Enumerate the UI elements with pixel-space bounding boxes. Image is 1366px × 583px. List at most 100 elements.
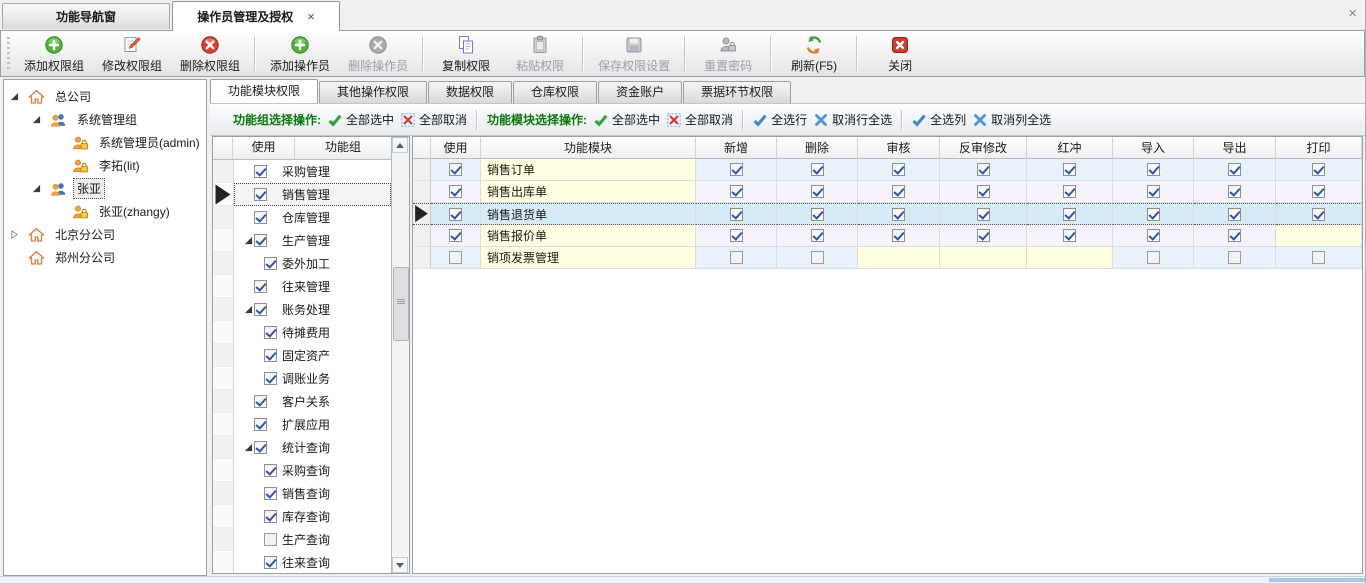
org-tree-node[interactable]: 北京分公司	[4, 223, 206, 246]
checkbox[interactable]	[264, 487, 277, 500]
function-group-row[interactable]: 库存查询	[213, 505, 391, 528]
table-row[interactable]: 销售出库单	[413, 181, 1362, 203]
org-node-label[interactable]: 张亚(zhangy)	[95, 201, 174, 222]
function-group-node[interactable]: 客户关系	[234, 390, 391, 413]
function-group-row[interactable]: 扩展应用	[213, 413, 391, 436]
function-group-node[interactable]: 采购管理	[234, 160, 391, 183]
function-group-node[interactable]: 固定资产	[234, 344, 391, 367]
function-group-node[interactable]: 生产管理	[234, 229, 391, 252]
function-group-node[interactable]: 往来查询	[234, 551, 391, 573]
expander-expanded-icon[interactable]	[242, 442, 254, 454]
perm-tab-capital-account[interactable]: 资金账户	[598, 81, 682, 103]
org-tree-node[interactable]: 李拓(lit)	[4, 154, 206, 177]
function-group-node[interactable]: 采购查询	[234, 459, 391, 482]
permission-cell[interactable]	[1027, 181, 1113, 203]
checkbox[interactable]	[1147, 229, 1160, 242]
permission-cell[interactable]	[1027, 225, 1113, 247]
function-group-row[interactable]: 调账业务	[213, 367, 391, 390]
checkbox[interactable]	[254, 395, 267, 408]
checkbox[interactable]	[811, 229, 824, 242]
checkbox[interactable]	[254, 211, 267, 224]
org-tree-node[interactable]: 总公司	[4, 85, 206, 108]
checkbox[interactable]	[730, 229, 743, 242]
permission-cell[interactable]	[777, 181, 858, 203]
function-group-node[interactable]: 待摊费用	[234, 321, 391, 344]
use-cell[interactable]	[431, 225, 481, 247]
checkbox[interactable]	[811, 163, 824, 176]
module-select-all-button[interactable]: 全部选中	[594, 111, 660, 128]
checkbox[interactable]	[1147, 163, 1160, 176]
permission-cell[interactable]	[1194, 203, 1276, 225]
permission-cell[interactable]	[1276, 247, 1362, 269]
checkbox[interactable]	[1228, 208, 1241, 221]
permission-cell[interactable]	[1113, 203, 1194, 225]
permission-cell[interactable]	[1027, 203, 1113, 225]
checkbox[interactable]	[1147, 251, 1160, 264]
group-scrollbar[interactable]	[391, 137, 409, 573]
permission-cell[interactable]	[1276, 181, 1362, 203]
clear-column-selection-button[interactable]: 取消列全选	[973, 111, 1051, 128]
checkbox[interactable]	[264, 464, 277, 477]
perm-tab-warehouse[interactable]: 仓库权限	[513, 81, 597, 103]
checkbox[interactable]	[1228, 251, 1241, 264]
checkbox[interactable]	[449, 163, 462, 176]
permission-cell[interactable]	[1194, 247, 1276, 269]
table-row[interactable]: 销售退货单	[413, 203, 1362, 225]
org-tree-node[interactable]: 郑州分公司	[4, 246, 206, 269]
scroll-up-icon[interactable]	[392, 137, 408, 153]
checkbox[interactable]	[449, 229, 462, 242]
function-group-node[interactable]: 库存查询	[234, 505, 391, 528]
checkbox[interactable]	[264, 326, 277, 339]
checkbox[interactable]	[730, 185, 743, 198]
checkbox[interactable]	[264, 372, 277, 385]
checkbox[interactable]	[730, 208, 743, 221]
module-name-cell[interactable]: 销售订单	[481, 159, 696, 181]
clear-row-selection-button[interactable]: 取消行全选	[814, 111, 892, 128]
checkbox[interactable]	[892, 208, 905, 221]
function-group-node[interactable]: 仓库管理	[234, 206, 391, 229]
checkbox[interactable]	[264, 257, 277, 270]
checkbox[interactable]	[977, 208, 990, 221]
reset-password-button[interactable]: 重置密码	[691, 32, 765, 75]
table-row[interactable]: 销项发票管理	[413, 247, 1362, 269]
checkbox[interactable]	[1228, 229, 1241, 242]
checkbox[interactable]	[1063, 163, 1076, 176]
use-cell[interactable]	[431, 247, 481, 269]
checkbox[interactable]	[254, 418, 267, 431]
permission-cell[interactable]	[858, 203, 940, 225]
module-name-cell[interactable]: 销售报价单	[481, 225, 696, 247]
org-node-label[interactable]: 张亚	[73, 178, 105, 199]
function-group-row[interactable]: 客户关系	[213, 390, 391, 413]
function-group-node[interactable]: 委外加工	[234, 252, 391, 275]
function-group-row[interactable]: 销售管理	[213, 183, 391, 206]
permission-cell[interactable]	[1113, 247, 1194, 269]
org-node-label[interactable]: 郑州分公司	[51, 247, 119, 268]
copy-permission-button[interactable]: 复制权限	[429, 32, 503, 75]
function-group-row[interactable]: 委外加工	[213, 252, 391, 275]
checkbox[interactable]	[977, 163, 990, 176]
delete-operator-button[interactable]: 删除操作员	[339, 32, 417, 75]
permission-cell[interactable]	[777, 247, 858, 269]
checkbox[interactable]	[254, 188, 267, 201]
group-clear-all-button[interactable]: 全部取消	[401, 111, 467, 128]
table-row[interactable]: 销售订单	[413, 159, 1362, 181]
tabbar-close-icon[interactable]: ×	[1348, 5, 1357, 22]
perm-tab-function-module[interactable]: 功能模块权限	[210, 79, 318, 103]
permission-cell[interactable]	[1113, 159, 1194, 181]
table-row[interactable]: 销售报价单	[413, 225, 1362, 247]
select-column-button[interactable]: 全选列	[912, 111, 966, 128]
permission-cell[interactable]	[1113, 225, 1194, 247]
paste-permission-button[interactable]: 粘贴权限	[503, 32, 577, 75]
function-group-row[interactable]: 采购管理	[213, 160, 391, 183]
permission-cell[interactable]	[696, 225, 777, 247]
permission-cell[interactable]	[940, 181, 1027, 203]
tab-operator-management[interactable]: 操作员管理及授权×	[172, 1, 340, 31]
permission-cell[interactable]	[777, 225, 858, 247]
permission-cell[interactable]	[696, 247, 777, 269]
checkbox[interactable]	[449, 185, 462, 198]
checkbox[interactable]	[1312, 185, 1325, 198]
org-node-label[interactable]: 北京分公司	[51, 224, 119, 245]
checkbox[interactable]	[254, 280, 267, 293]
permission-cell[interactable]	[1113, 181, 1194, 203]
checkbox[interactable]	[254, 234, 267, 247]
